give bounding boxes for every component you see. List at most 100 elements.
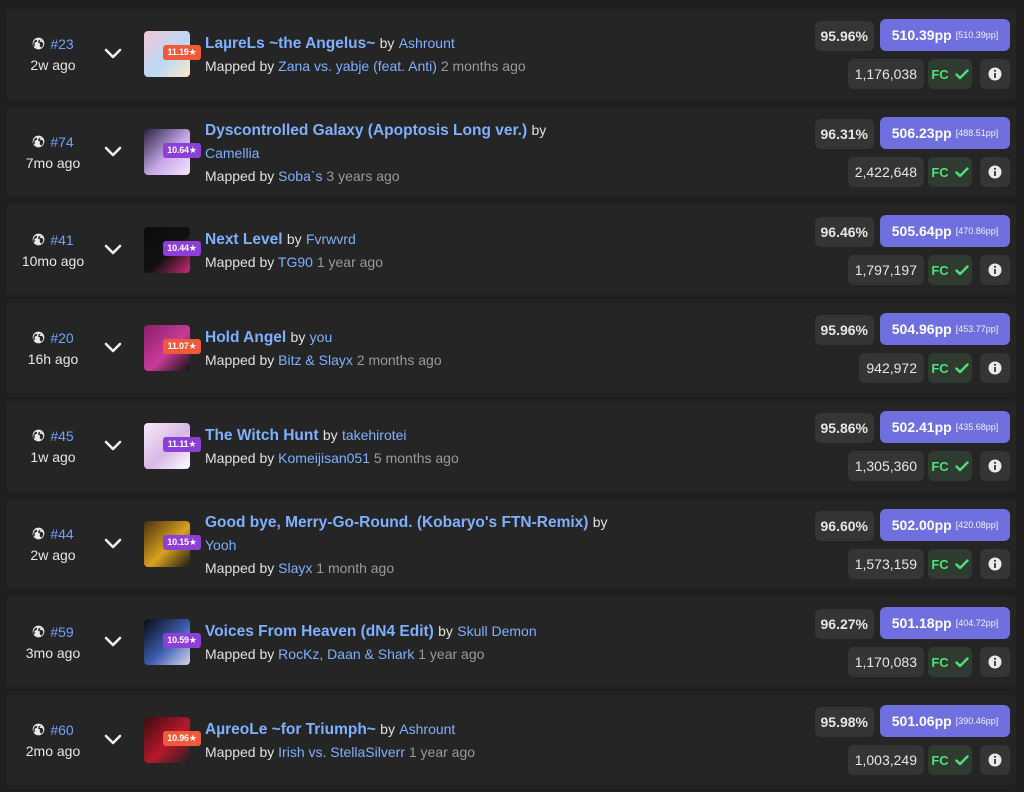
beatmap-title[interactable]: Hold Angel [205, 329, 286, 346]
star-rating-badge: 10.96★ [163, 731, 201, 746]
expand-button[interactable] [102, 141, 124, 163]
full-combo-badge: FC [928, 353, 972, 383]
mapper-link[interactable]: RocKz, Daan & Shark [278, 646, 414, 662]
expand-button[interactable] [102, 337, 124, 359]
beatmap-title[interactable]: Next Level [205, 231, 283, 248]
fc-label: FC [931, 458, 949, 474]
mapped-by-label: Mapped by [205, 352, 275, 368]
score-row: #23 2w ago 11.19★ LaµreLs ~the Angelus~ … [6, 9, 1016, 99]
global-rank[interactable]: #45 [32, 427, 74, 444]
pp-button[interactable]: 510.39pp [510.39pp] [880, 19, 1010, 51]
score-stats: 96.60% 502.00pp [420.08pp] 1,573,159 FC [800, 509, 1010, 581]
pp-button[interactable]: 502.41pp [435.68pp] [880, 411, 1010, 443]
pp-button[interactable]: 505.64pp [470.86pp] [880, 215, 1010, 247]
expand-button[interactable] [102, 631, 124, 653]
global-rank[interactable]: #59 [32, 623, 74, 640]
check-icon [954, 68, 969, 79]
artist-link[interactable]: Ashrount [399, 35, 455, 51]
beatmap-title[interactable]: Dyscontrolled Galaxy (Apoptosis Long ver… [205, 122, 527, 139]
score-row: #59 3mo ago 10.59★ Voices From Heaven (d… [6, 597, 1016, 687]
pp-button[interactable]: 501.18pp [404.72pp] [880, 607, 1010, 639]
expand-button[interactable] [102, 239, 124, 261]
expand-button[interactable] [102, 435, 124, 457]
mapper-link[interactable]: Soba`s [278, 168, 322, 184]
global-rank[interactable]: #23 [32, 36, 74, 52]
score-info-button[interactable] [980, 353, 1010, 383]
score-info-button[interactable] [980, 59, 1010, 89]
score-row: #45 1w ago 11.11★ The Witch Hunt by take… [6, 401, 1016, 491]
fc-label: FC [931, 752, 949, 768]
score-time: 2w ago [30, 546, 76, 563]
pp-button[interactable]: 502.00pp [420.08pp] [880, 509, 1010, 541]
mapper-link[interactable]: Slayx [278, 560, 312, 576]
pp-raw-value: [435.68pp] [955, 422, 999, 432]
title-line: Next Level by Fvrwvrd [205, 228, 796, 251]
global-rank[interactable]: #74 [32, 134, 74, 150]
by-label: by [290, 329, 306, 345]
accuracy-badge: 95.86% [814, 413, 874, 443]
beatmap-title[interactable]: Good bye, Merry-Go-Round. (Kobaryo's FTN… [205, 514, 588, 531]
star-rating: 10.64★ [167, 145, 197, 155]
global-rank[interactable]: #44 [32, 526, 74, 542]
pp-button[interactable]: 501.06pp [390.46pp] [880, 705, 1010, 737]
artist-link[interactable]: Yooh [205, 537, 236, 553]
artist-link[interactable]: Fvrwvrd [306, 231, 356, 247]
score-stats: 96.46% 505.64pp [470.86pp] 1,797,197 FC [800, 215, 1010, 287]
pp-button[interactable]: 506.23pp [488.51pp] [880, 117, 1010, 149]
artist-link[interactable]: Ashrount [399, 721, 455, 737]
artist-link[interactable]: Camellia [205, 145, 259, 161]
pp-button[interactable]: 504.96pp [453.77pp] [880, 313, 1010, 345]
score-stats: 95.96% 510.39pp [510.39pp] 1,176,038 FC [800, 19, 1010, 91]
pp-value: 504.96pp [891, 321, 952, 337]
mapper-link[interactable]: Zana vs. yabje (feat. Anti) [278, 58, 437, 74]
score-value-badge: 1,573,159 [847, 549, 924, 579]
global-rank[interactable]: #20 [32, 330, 74, 346]
pp-value: 505.64pp [891, 223, 952, 239]
global-rank[interactable]: #41 [32, 232, 74, 248]
beatmap-title[interactable]: Voices From Heaven (dN4 Edit) [205, 623, 434, 640]
mapper-link[interactable]: TG90 [278, 254, 313, 270]
score-info-button[interactable] [980, 549, 1010, 579]
beatmap-title[interactable]: LaµreLs ~the Angelus~ [205, 35, 375, 52]
globe-icon [32, 135, 45, 148]
expand-button[interactable] [102, 729, 124, 751]
title-line: Voices From Heaven (dN4 Edit) by Skull D… [205, 620, 796, 643]
beatmap-title[interactable]: The Witch Hunt [205, 427, 319, 444]
check-icon [954, 362, 969, 373]
score-info-button[interactable] [980, 647, 1010, 677]
rank-number: #45 [50, 427, 74, 444]
fc-label: FC [931, 66, 949, 82]
score-info-button[interactable] [980, 745, 1010, 775]
full-combo-badge: FC [928, 59, 972, 89]
pp-raw-value: [510.39pp] [955, 30, 999, 40]
score-time: 7mo ago [25, 154, 81, 171]
star-rating: 11.07★ [167, 341, 197, 351]
score-value: 2,422,648 [854, 164, 917, 180]
score-info-button[interactable] [980, 157, 1010, 187]
info-icon [988, 655, 1002, 669]
mapper-link[interactable]: Komeijisan051 [278, 450, 370, 466]
full-combo-badge: FC [928, 549, 972, 579]
rank-number: #59 [50, 623, 74, 640]
score-value: 1,176,038 [854, 66, 917, 82]
rank-column: #60 2mo ago [20, 695, 86, 785]
globe-icon [32, 331, 45, 344]
mapper-link[interactable]: Bitz & Slayx [278, 352, 353, 368]
artist-link[interactable]: Skull Demon [457, 623, 536, 639]
full-combo-badge: FC [928, 745, 972, 775]
score-stats: 95.86% 502.41pp [435.68pp] 1,305,360 FC [800, 411, 1010, 483]
beatmap-title[interactable]: AµreoLe ~for Triumph~ [205, 721, 376, 738]
artist-link[interactable]: takehirotei [342, 427, 407, 443]
mapper-link[interactable]: Irish vs. StellaSilverr [278, 744, 405, 760]
score-value: 942,972 [866, 360, 917, 376]
mapped-time: 1 year ago [316, 254, 383, 270]
global-rank[interactable]: #60 [32, 722, 74, 738]
artist-link[interactable]: you [310, 329, 333, 345]
expand-button[interactable] [102, 533, 124, 555]
check-icon [954, 166, 969, 177]
star-rating-badge: 11.11★ [163, 437, 201, 452]
score-info-button[interactable] [980, 255, 1010, 285]
score-info-button[interactable] [980, 451, 1010, 481]
check-icon [954, 460, 969, 471]
expand-button[interactable] [102, 43, 124, 65]
